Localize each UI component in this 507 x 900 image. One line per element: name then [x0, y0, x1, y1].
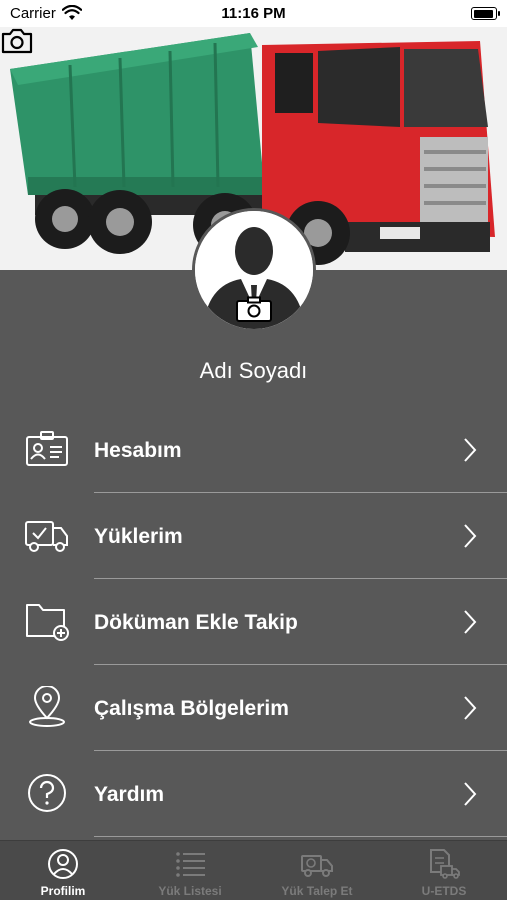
user-name: Adı Soyadı	[199, 358, 308, 383]
tab-bar: Profilim Yük Listesi Yük Talep Et U-ETDS	[0, 840, 507, 900]
chevron-right-icon	[464, 610, 477, 634]
chevron-right-icon	[464, 696, 477, 720]
menu-item-help[interactable]: Yardım	[0, 752, 507, 837]
menu-item-documents[interactable]: Döküman Ekle Takip	[0, 580, 507, 665]
separator	[94, 492, 507, 493]
tab-profile[interactable]: Profilim	[0, 841, 126, 900]
menu-item-label: Çalışma Bölgelerim	[94, 697, 289, 720]
menu-item-label: Hesabım	[94, 439, 182, 462]
menu-item-account[interactable]: Hesabım	[0, 408, 507, 493]
avatar-camera-icon[interactable]	[236, 296, 272, 322]
menu-item-loads[interactable]: Yüklerim	[0, 494, 507, 579]
user-circle-icon	[48, 849, 78, 879]
menu-item-regions[interactable]: Çalışma Bölgelerim	[0, 666, 507, 751]
truck-request-icon	[301, 855, 333, 877]
help-icon	[28, 774, 66, 812]
tab-load-list[interactable]: Yük Listesi	[127, 841, 253, 900]
tab-label: Profilim	[40, 884, 86, 898]
status-bar: Carrier 11:16 PM	[0, 0, 507, 27]
tab-label: U-ETDS	[421, 884, 467, 898]
separator	[94, 750, 507, 751]
menu-item-label: Yüklerim	[94, 525, 183, 548]
location-pin-icon	[29, 686, 65, 727]
document-truck-icon	[430, 849, 460, 879]
chevron-right-icon	[464, 782, 477, 806]
separator	[94, 578, 507, 579]
tab-label: Yük Listesi	[158, 884, 222, 898]
tab-uetds[interactable]: U-ETDS	[381, 841, 507, 900]
battery-icon	[471, 7, 500, 20]
list-icon	[176, 852, 205, 877]
separator	[94, 664, 507, 665]
cover-camera-icon[interactable]	[0, 27, 34, 55]
truck-check-icon	[25, 521, 68, 552]
menu-item-label: Yardım	[94, 783, 165, 806]
tab-label: Yük Talep Et	[281, 884, 353, 898]
chevron-right-icon	[464, 524, 477, 548]
folder-add-icon	[26, 604, 69, 641]
status-time: 11:16 PM	[221, 5, 286, 22]
tab-load-request[interactable]: Yük Talep Et	[254, 841, 380, 900]
chevron-right-icon	[464, 438, 477, 462]
separator	[94, 836, 507, 837]
id-card-icon	[26, 431, 68, 466]
menu-item-label: Döküman Ekle Takip	[94, 611, 298, 634]
